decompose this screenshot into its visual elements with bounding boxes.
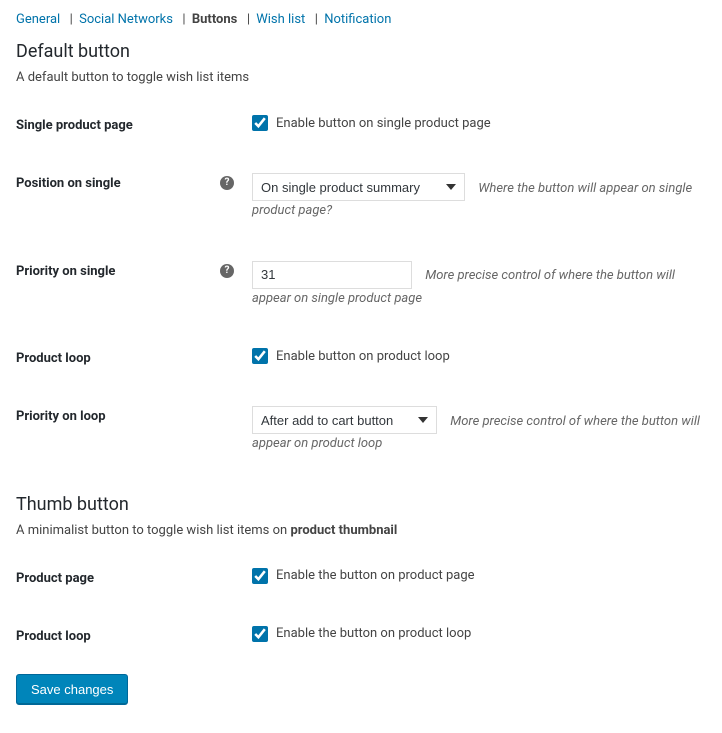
checkbox-label-single-product[interactable]: Enable button on single product page [276, 116, 491, 131]
select-priority-on-loop[interactable]: After add to cart button [252, 406, 437, 434]
row-thumb-product-loop: Product loop Enable the button on produc… [16, 626, 706, 644]
select-position-on-single[interactable]: On single product summary [252, 173, 465, 201]
section-default-button-title: Default button [16, 41, 706, 62]
label-thumb-product-page: Product page [16, 568, 252, 586]
section-thumb-button-title: Thumb button [16, 494, 706, 515]
section-thumb-button-desc: A minimalist button to toggle wish list … [16, 523, 706, 538]
settings-tabs: General | Social Networks | Buttons | Wi… [16, 12, 706, 27]
label-single-product-page: Single product page [16, 115, 252, 133]
row-priority-on-loop: Priority on loop After add to cart butto… [16, 406, 706, 454]
tab-notification[interactable]: Notification [324, 12, 391, 27]
row-priority-on-single: Priority on single ? More precise contro… [16, 261, 706, 309]
checkbox-label-thumb-product-loop[interactable]: Enable the button on product loop [276, 626, 471, 641]
row-single-product-page: Single product page Enable button on sin… [16, 115, 706, 133]
tab-wish-list[interactable]: Wish list [256, 12, 305, 27]
label-priority-on-loop: Priority on loop [16, 406, 252, 424]
input-priority-on-single[interactable] [252, 261, 412, 289]
label-product-loop: Product loop [16, 348, 252, 366]
checkbox-enable-product-loop[interactable] [252, 348, 268, 364]
section-default-button-desc: A default button to toggle wish list ite… [16, 70, 706, 85]
label-thumb-product-loop: Product loop [16, 626, 252, 644]
tab-buttons[interactable]: Buttons [192, 12, 238, 27]
save-button[interactable]: Save changes [16, 674, 128, 705]
checkbox-label-product-loop[interactable]: Enable button on product loop [276, 349, 450, 364]
tab-social-networks[interactable]: Social Networks [79, 12, 173, 27]
checkbox-label-thumb-product-page[interactable]: Enable the button on product page [276, 568, 475, 583]
checkbox-enable-single-product[interactable] [252, 115, 268, 131]
row-position-on-single: Position on single ? On single product s… [16, 173, 706, 221]
tab-general[interactable]: General [16, 12, 60, 27]
help-icon[interactable]: ? [220, 264, 234, 278]
checkbox-enable-thumb-product-page[interactable] [252, 568, 268, 584]
row-thumb-product-page: Product page Enable the button on produc… [16, 568, 706, 586]
row-product-loop: Product loop Enable button on product lo… [16, 348, 706, 366]
help-icon[interactable]: ? [220, 176, 234, 190]
checkbox-enable-thumb-product-loop[interactable] [252, 626, 268, 642]
label-priority-on-single: Priority on single ? [16, 261, 252, 279]
label-position-on-single: Position on single ? [16, 173, 252, 191]
